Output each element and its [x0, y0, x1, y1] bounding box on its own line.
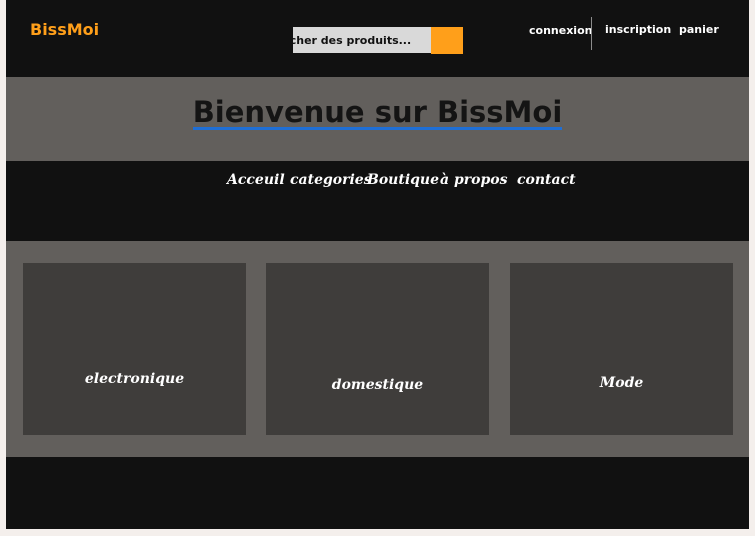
category-label: electronique: [84, 371, 185, 387]
category-label: Mode: [599, 375, 644, 391]
nav-item-apropos[interactable]: à propos: [440, 172, 507, 188]
login-link[interactable]: connexion: [529, 24, 592, 37]
category-label: domestique: [331, 377, 424, 393]
brand-logo[interactable]: BissMoi: [30, 20, 99, 39]
category-card-domestique[interactable]: domestique: [266, 263, 489, 435]
page-title: Bienvenue sur BissMoi: [6, 94, 749, 130]
page-title-text: Bienvenue sur BissMoi: [192, 95, 563, 130]
welcome-banner: Bienvenue sur BissMoi: [6, 77, 749, 161]
signup-link[interactable]: inscription: [605, 23, 671, 36]
page: BissMoi connexion inscription panier Bie…: [6, 0, 749, 529]
search-input[interactable]: [293, 27, 431, 53]
category-card-mode[interactable]: Mode: [510, 263, 733, 435]
search-button[interactable]: [431, 27, 463, 54]
cart-link[interactable]: panier: [679, 23, 719, 36]
nav-item-contact[interactable]: contact: [517, 172, 576, 188]
nav-item-boutique[interactable]: Boutique: [367, 172, 439, 188]
nav-item-categories[interactable]: categories: [290, 172, 372, 188]
category-card-electronique[interactable]: electronique: [23, 263, 246, 435]
nav-item-accueil[interactable]: Acceuil: [227, 172, 285, 188]
categories-section: electronique domestique Mode: [6, 241, 749, 457]
header-divider: [591, 17, 592, 50]
